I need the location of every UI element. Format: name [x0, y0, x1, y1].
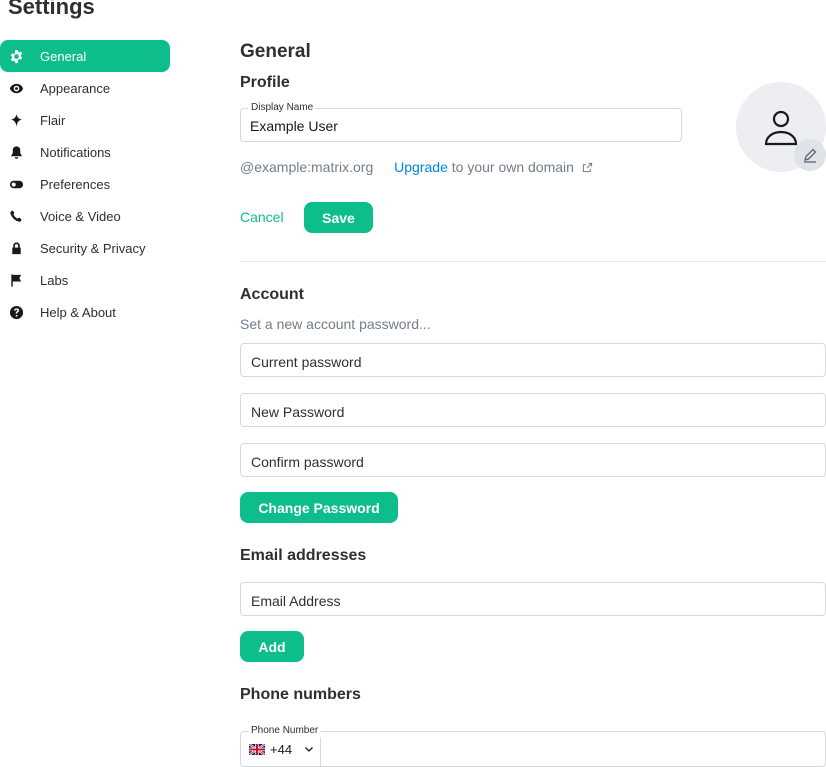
sidebar-item-voice-video[interactable]: Voice & Video	[0, 200, 170, 232]
save-button[interactable]: Save	[304, 202, 373, 233]
sidebar-item-notifications[interactable]: Notifications	[0, 136, 170, 168]
sidebar-item-label: Help & About	[40, 304, 116, 320]
section-title: General	[240, 41, 311, 62]
change-password-button[interactable]: Change Password	[240, 492, 398, 523]
sidebar-item-labs[interactable]: Labs	[0, 264, 170, 296]
sidebar-item-label: Preferences	[40, 176, 111, 192]
sidebar-item-help-about[interactable]: Help & About	[0, 296, 170, 328]
gear-icon	[8, 48, 24, 64]
sidebar-item-label: Flair	[40, 112, 66, 128]
new-password-field[interactable]: New Password	[240, 393, 826, 427]
external-link-icon	[582, 162, 592, 173]
display-name-label: Display Name	[248, 102, 317, 114]
phone-number-label: Phone Number	[248, 725, 322, 737]
page-title: Settings	[8, 0, 95, 19]
phone-icon	[8, 208, 24, 224]
country-code-value: +44	[270, 741, 293, 757]
chevron-down-icon	[305, 747, 314, 752]
settings-sidebar: General Appearance Flair Notifications P…	[0, 40, 170, 328]
add-email-button[interactable]: Add	[240, 631, 304, 662]
user-id: @example:matrix.org	[240, 159, 374, 175]
sidebar-item-label: Security & Privacy	[40, 240, 146, 256]
phone-heading: Phone numbers	[240, 686, 361, 703]
sidebar-item-security-privacy[interactable]: Security & Privacy	[0, 232, 170, 264]
sidebar-item-label: Appearance	[40, 80, 111, 96]
display-name-field[interactable]: Display Name Example User	[240, 102, 682, 142]
mxid-row: @example:matrix.org Upgrade to your own …	[240, 159, 593, 175]
profile-heading: Profile	[240, 74, 290, 91]
help-icon	[8, 304, 24, 320]
upgrade-link[interactable]: Upgrade	[394, 159, 448, 175]
sidebar-item-preferences[interactable]: Preferences	[0, 168, 170, 200]
toggle-icon	[8, 176, 24, 192]
new-password-placeholder: New Password	[251, 404, 345, 420]
email-field[interactable]: Email Address	[240, 582, 826, 616]
divider	[240, 261, 826, 262]
eye-icon	[8, 80, 24, 96]
confirm-password-field[interactable]: Confirm password	[240, 443, 826, 477]
display-name-value: Example User	[250, 118, 338, 134]
user-icon	[764, 110, 798, 146]
pencil-icon	[804, 148, 817, 163]
current-password-placeholder: Current password	[251, 354, 362, 370]
sidebar-item-flair[interactable]: Flair	[0, 104, 170, 136]
sidebar-item-label: Notifications	[40, 144, 111, 160]
country-code-dropdown[interactable]: +44	[241, 732, 321, 766]
upgrade-suffix: to your own domain	[451, 159, 574, 175]
phone-number-field[interactable]: Phone Number +44	[240, 725, 826, 767]
account-heading: Account	[240, 286, 304, 303]
sidebar-item-general[interactable]: General	[0, 40, 170, 72]
email-placeholder: Email Address	[251, 593, 341, 609]
bell-icon	[8, 144, 24, 160]
current-password-field[interactable]: Current password	[240, 343, 826, 377]
lock-icon	[8, 240, 24, 256]
email-heading: Email addresses	[240, 547, 367, 564]
flag-icon	[8, 272, 24, 288]
sparkle-icon	[8, 112, 24, 128]
confirm-password-placeholder: Confirm password	[251, 454, 364, 470]
sidebar-item-label: Labs	[40, 272, 69, 288]
avatar-edit-button[interactable]	[794, 139, 826, 171]
sidebar-item-appearance[interactable]: Appearance	[0, 72, 170, 104]
sidebar-item-label: Voice & Video	[40, 208, 121, 224]
sidebar-item-label: General	[40, 48, 87, 64]
account-subtext: Set a new account password...	[240, 316, 431, 332]
cancel-button[interactable]: Cancel	[240, 209, 284, 225]
uk-flag-icon	[249, 743, 265, 755]
